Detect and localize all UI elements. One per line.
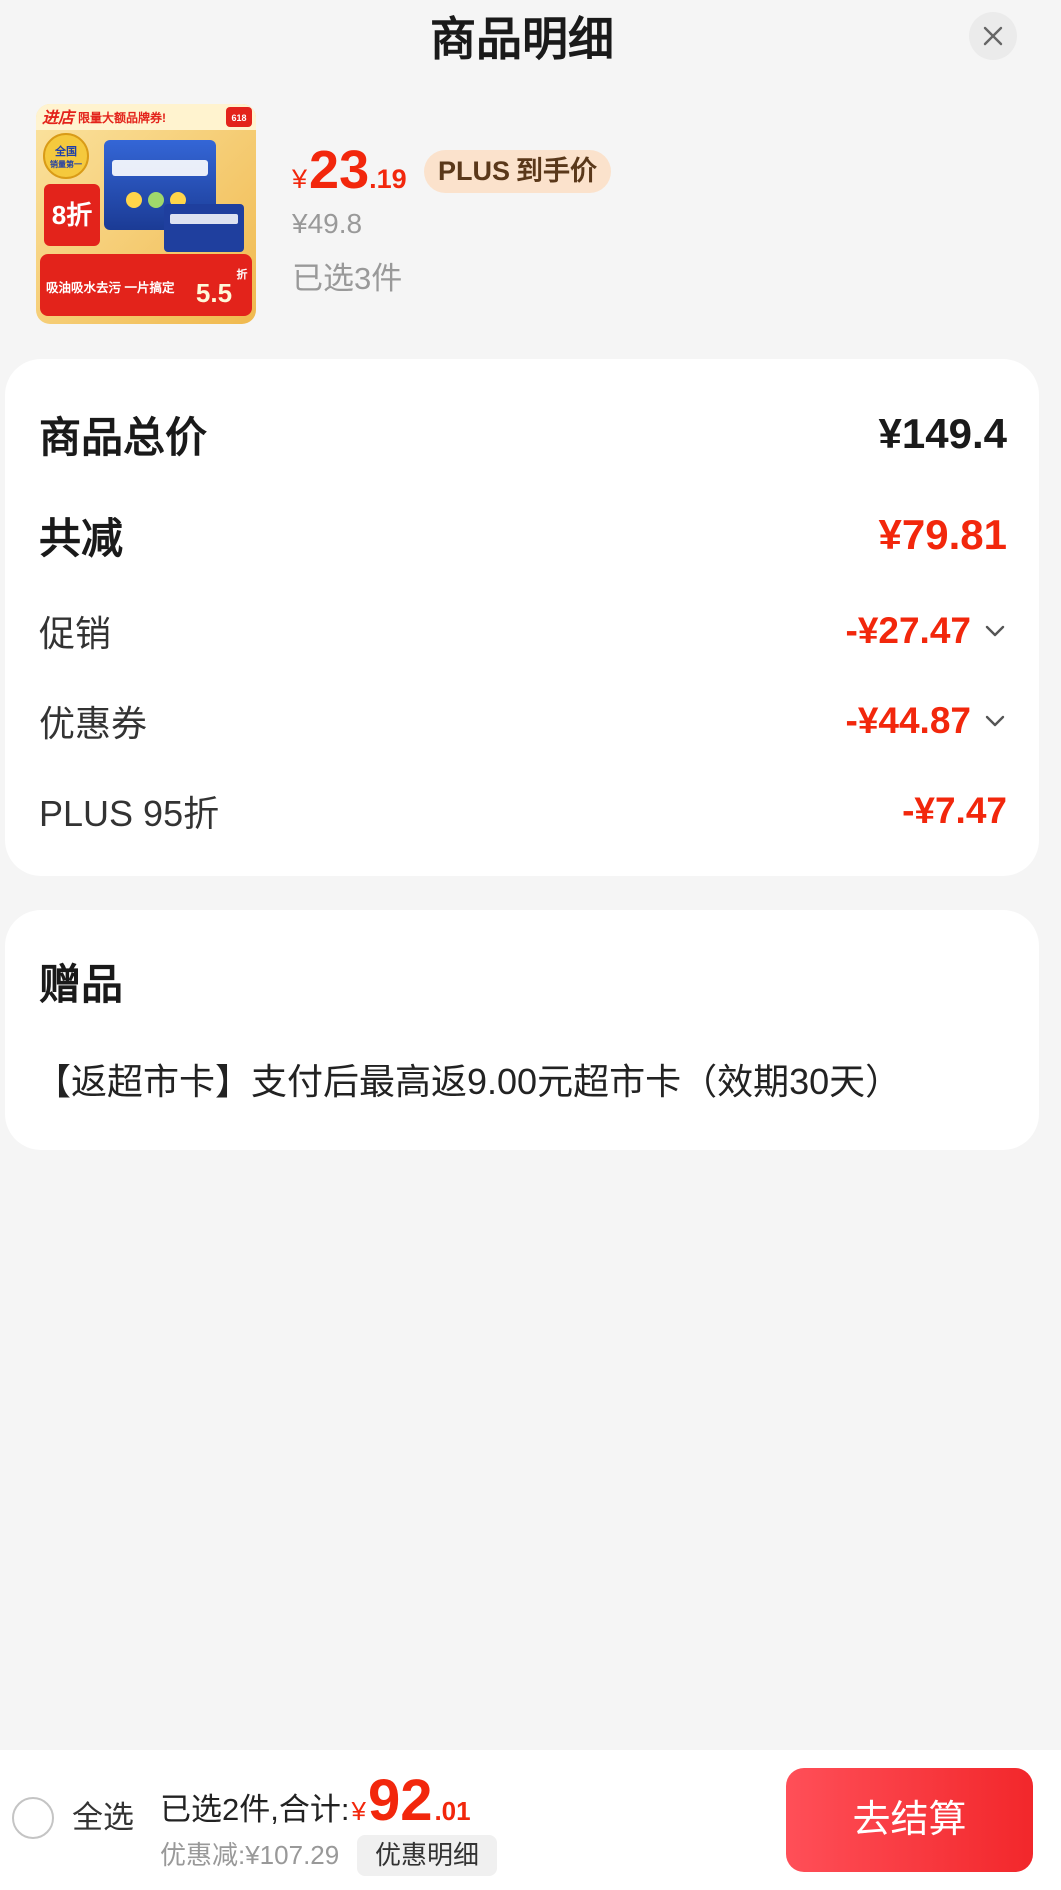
package-label-band [170, 214, 238, 224]
total-price-label: 商品总价 [39, 413, 208, 461]
chevron-down-icon[interactable] [985, 625, 1005, 637]
order-total-currency: ¥ [351, 1796, 366, 1826]
promotion-row[interactable]: 促销 -¥27.47 [39, 601, 1007, 661]
select-all-checkbox[interactable] [12, 1797, 54, 1839]
original-price: ¥49.8 [292, 208, 363, 239]
seal-bottom-text: 销量第一 [50, 159, 82, 169]
total-price-value: ¥149.4 [878, 410, 1007, 457]
plus-badge-brand: PLUS [438, 156, 511, 186]
gift-item: 【返超市卡】支付后最高返9.00元超市卡（效期30天） [35, 1061, 902, 1102]
coupon-label: 优惠券 [39, 703, 148, 744]
seal-top-text: 全国 [54, 144, 77, 158]
price-detail-card: 商品总价 ¥149.4 共减 ¥79.81 促销 -¥27.47 优惠券 -¥4… [5, 359, 1039, 876]
chevron-down-icon[interactable] [985, 715, 1005, 727]
coupon-value-group: -¥44.87 [846, 700, 1008, 742]
plus-discount-label: PLUS 95折 [39, 793, 220, 834]
shop-tag-text: 进店 [42, 109, 77, 127]
checkout-bar: 全选 已选2件,合计: ¥ 92 .01 优惠减:¥107.29 优惠明细 去结… [0, 1750, 1061, 1890]
package-dot [148, 192, 164, 208]
order-total-integer: 92 [367, 1768, 433, 1833]
select-all-label[interactable]: 全选 [72, 1798, 134, 1838]
total-reduction-value: ¥79.81 [878, 511, 1007, 558]
gift-title: 赠品 [39, 961, 124, 1008]
close-button[interactable] [969, 12, 1017, 60]
page-title: 商品明细 [430, 13, 614, 65]
total-reduction-label: 共减 [39, 514, 124, 562]
gift-card: 赠品 【返超市卡】支付后最高返9.00元超市卡（效期30天） [5, 910, 1039, 1150]
plus-discount-row: PLUS 95折 -¥7.47 [39, 781, 1007, 841]
order-total-label: 已选2件,合计: [160, 1792, 350, 1827]
order-total: 已选2件,合计: ¥ 92 .01 [160, 1772, 471, 1830]
order-total-decimal: .01 [434, 1796, 471, 1826]
product-package-secondary [164, 204, 244, 252]
plus-price-badge: PLUS 到手价 [424, 150, 612, 193]
promotion-label: 促销 [39, 613, 112, 654]
coupon-banner-text: 限量大额品牌券! [78, 110, 166, 125]
coupon-row[interactable]: 优惠券 -¥44.87 [39, 691, 1007, 751]
promotion-value: -¥27.47 [845, 610, 972, 651]
discount-amount: 优惠减:¥107.29 [160, 1840, 340, 1870]
product-image: 进店 限量大额品牌券! 618 全国 销量第一 8折 吸油吸水去污 一片搞定 5… [36, 104, 256, 324]
plus-price: ¥ 23 .19 [292, 143, 407, 197]
total-price-row: 商品总价 ¥149.4 [39, 404, 1007, 464]
price-integer: 23 [309, 140, 370, 200]
product-detail-sheet: 商品明细 进店 限量大额品牌券! 618 全国 销量第一 8折 吸油吸水去污 一… [0, 0, 1061, 1890]
plus-badge-label: 到手价 [516, 156, 598, 186]
close-icon [983, 26, 1003, 46]
promotion-value-group: -¥27.47 [846, 610, 1008, 652]
bundle-unit-text: 折 [237, 267, 248, 281]
bundle-value-text: 5.5 [196, 278, 232, 308]
discount-detail-button[interactable]: 优惠明细 [357, 1835, 497, 1876]
package-dot [126, 192, 142, 208]
total-reduction-row: 共减 ¥79.81 [39, 505, 1007, 565]
feature-banner-text: 吸油吸水去污 一片搞定 [46, 280, 175, 295]
event-badge-text: 618 [231, 113, 246, 123]
checkout-button[interactable]: 去结算 [786, 1768, 1033, 1872]
product-image-graphic: 进店 限量大额品牌券! 618 全国 销量第一 8折 吸油吸水去污 一片搞定 5… [36, 104, 256, 324]
price-decimal: .19 [369, 164, 407, 194]
price-currency: ¥ [292, 164, 308, 194]
discount-tag-text: 8折 [52, 200, 92, 230]
coupon-value: -¥44.87 [845, 700, 972, 741]
package-label-band [112, 160, 208, 176]
selected-count: 已选3件 [292, 261, 403, 296]
plus-discount-value: -¥7.47 [902, 790, 1007, 831]
